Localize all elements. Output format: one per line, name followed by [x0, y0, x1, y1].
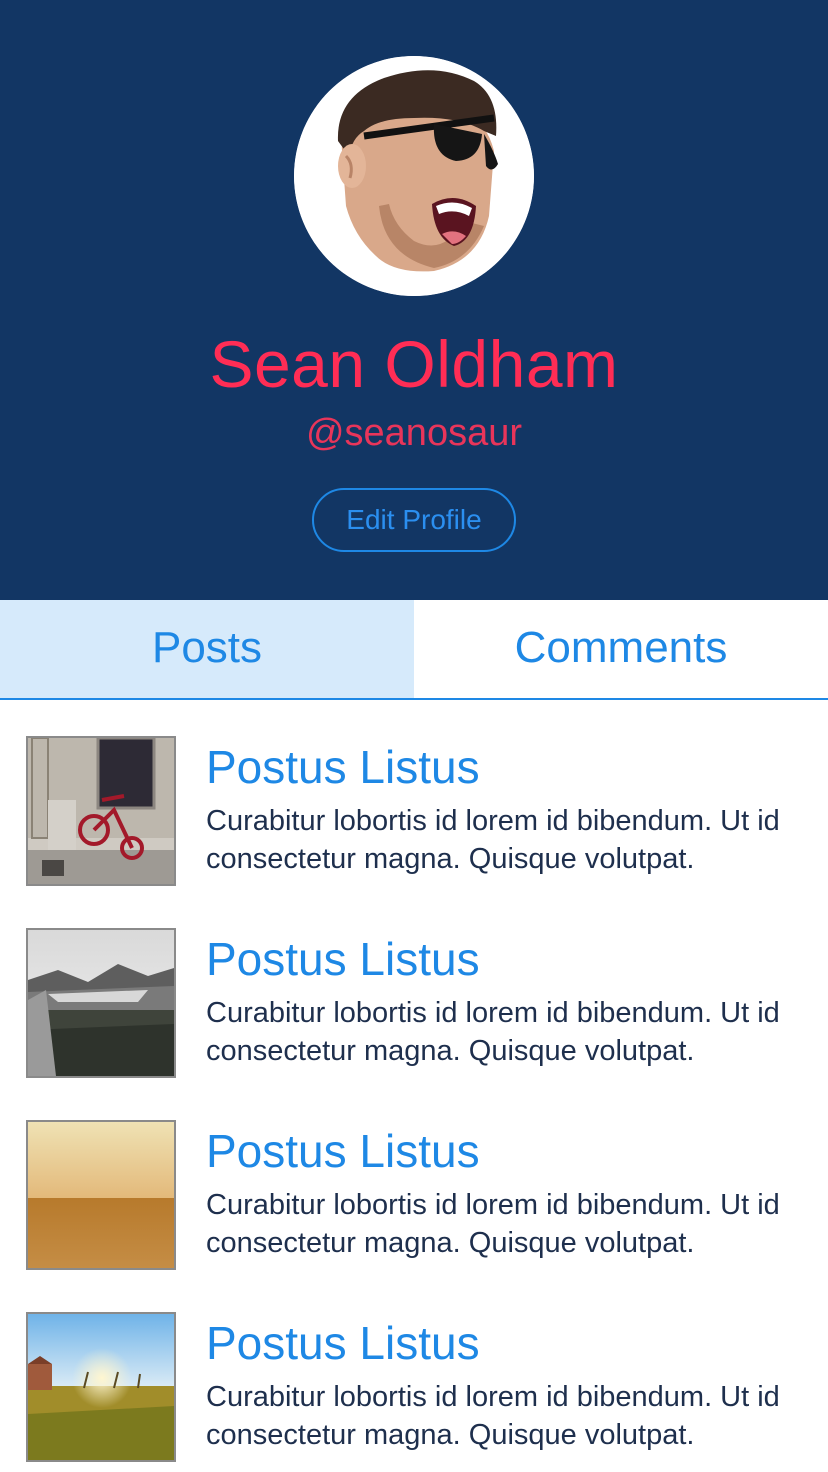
post-thumbnail[interactable]: [26, 736, 176, 886]
mountain-landscape-photo: [28, 930, 174, 1076]
profile-handle: @seanosaur: [305, 412, 523, 454]
tricycle-photo: [28, 738, 174, 884]
tab-comments[interactable]: Comments: [414, 600, 828, 698]
post-title[interactable]: Postus Listus: [206, 932, 480, 986]
post-title[interactable]: Postus Listus: [206, 1316, 480, 1370]
post-excerpt: Curabitur lobortis id lorem id bibendum.…: [206, 1189, 780, 1259]
profile-name: Sean Oldham: [209, 327, 619, 401]
post-excerpt: Curabitur lobortis id lorem id bibendum.…: [206, 1381, 780, 1451]
post-thumbnail[interactable]: [26, 1120, 176, 1270]
sunny-field-photo: [28, 1314, 174, 1460]
post-thumbnail[interactable]: [26, 928, 176, 1078]
post-excerpt: Curabitur lobortis id lorem id bibendum.…: [206, 805, 780, 875]
profile-header: Sean Oldham @seanosaur Edit Profile: [0, 0, 828, 600]
avatar-illustration: [294, 56, 534, 296]
list-item[interactable]: Postus Listus Curabitur lobortis id lore…: [0, 1276, 828, 1468]
desert-sunset-photo: [28, 1122, 174, 1268]
avatar[interactable]: [294, 56, 534, 296]
post-list: Postus Listus Curabitur lobortis id lore…: [0, 700, 828, 1468]
tab-posts[interactable]: Posts: [0, 600, 414, 698]
post-thumbnail[interactable]: [26, 1312, 176, 1462]
edit-profile-button[interactable]: Edit Profile: [312, 488, 516, 552]
post-title[interactable]: Postus Listus: [206, 1124, 480, 1178]
post-excerpt: Curabitur lobortis id lorem id bibendum.…: [206, 997, 780, 1067]
post-title[interactable]: Postus Listus: [206, 740, 480, 794]
profile-tabs: Posts Comments: [0, 600, 828, 700]
list-item[interactable]: Postus Listus Curabitur lobortis id lore…: [0, 892, 828, 1084]
list-item[interactable]: Postus Listus Curabitur lobortis id lore…: [0, 700, 828, 892]
list-item[interactable]: Postus Listus Curabitur lobortis id lore…: [0, 1084, 828, 1276]
